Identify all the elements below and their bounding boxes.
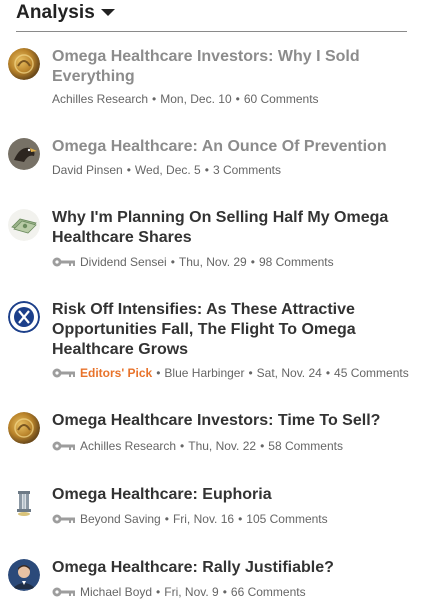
separator-dot: • <box>238 512 243 526</box>
article-meta: David Pinsen • Wed, Dec. 5 • 3 Comments <box>52 163 281 177</box>
article-title[interactable]: Omega Healthcare: An Ounce Of Prevention <box>52 137 412 157</box>
key-icon <box>52 441 76 451</box>
comments-count[interactable]: 45 Comments <box>334 366 409 380</box>
article-title[interactable]: Omega Healthcare: Euphoria <box>52 485 412 505</box>
gold-coin-avatar-icon[interactable] <box>8 48 40 80</box>
editors-pick-badge: Editors' Pick <box>80 366 153 380</box>
separator-dot: • <box>325 366 331 380</box>
separator-dot: • <box>164 512 169 526</box>
key-icon <box>52 368 76 378</box>
money-avatar-icon[interactable] <box>8 209 40 241</box>
separator-dot: • <box>248 366 253 380</box>
article-date: Fri, Nov. 9 <box>164 585 219 599</box>
article-title[interactable]: Risk Off Intensifies: As These Attractiv… <box>52 300 412 360</box>
article-date: Wed, Dec. 5 <box>134 163 201 177</box>
article-meta: Dividend Sensei • Thu, Nov. 29 • 98 Comments <box>52 255 334 269</box>
article-meta: Achilles Research • Thu, Nov. 22 • 58 Commen… <box>52 439 343 453</box>
article-date: Mon, Dec. 10 <box>160 92 232 106</box>
key-icon <box>52 587 76 597</box>
separator-dot: • <box>250 255 255 269</box>
article-meta: Michael Boyd • Fri, Nov. 9 • 66 Comments <box>52 585 306 599</box>
separator-dot: • <box>222 585 227 599</box>
article-meta: Editors' Pick • Blue Harbinger • Sat, Nov. 2… <box>52 366 409 380</box>
author-name[interactable]: David Pinsen <box>52 163 123 177</box>
article-date: Sat, Nov. 24 <box>256 366 322 380</box>
comments-count[interactable]: 105 Comments <box>246 512 327 526</box>
separator-dot: • <box>180 439 185 453</box>
separator-dot: • <box>126 163 131 177</box>
separator-dot: • <box>260 439 265 453</box>
eagle-avatar-icon[interactable] <box>8 138 40 170</box>
comments-count[interactable]: 58 Comments <box>268 439 343 453</box>
separator-dot: • <box>235 92 240 106</box>
separator-dot: • <box>156 366 161 380</box>
author-name[interactable]: Dividend Sensei <box>80 255 167 269</box>
person-avatar-icon[interactable] <box>8 559 40 591</box>
pillar-avatar-icon[interactable] <box>8 486 40 518</box>
article-title[interactable]: Omega Healthcare Investors: Time To Sell… <box>52 411 412 431</box>
article-meta: Beyond Saving • Fri, Nov. 16 • 105 Comments <box>52 512 328 526</box>
author-name[interactable]: Achilles Research <box>52 92 148 106</box>
article-date: Thu, Nov. 22 <box>188 439 257 453</box>
key-icon <box>52 514 76 524</box>
separator-dot: • <box>152 92 157 106</box>
comments-count[interactable]: 66 Comments <box>231 585 306 599</box>
section-title[interactable]: Analysis <box>16 2 95 24</box>
separator-dot: • <box>204 163 209 177</box>
blue-logo-avatar-icon[interactable] <box>8 301 40 333</box>
author-name[interactable]: Beyond Saving <box>80 512 161 526</box>
article-title[interactable]: Omega Healthcare: Rally Justifiable? <box>52 558 412 578</box>
article-meta: Achilles Research • Mon, Dec. 10 • 60 Commen… <box>52 92 319 106</box>
comments-count[interactable]: 3 Comments <box>213 163 281 177</box>
author-name[interactable]: Blue Harbinger <box>164 366 244 380</box>
author-name[interactable]: Michael Boyd <box>80 585 152 599</box>
comments-count[interactable]: 98 Comments <box>259 255 334 269</box>
separator-dot: • <box>170 255 175 269</box>
article-date: Fri, Nov. 16 <box>172 512 235 526</box>
article-title[interactable]: Why I'm Planning On Selling Half My Omeg… <box>52 208 412 248</box>
separator-dot: • <box>156 585 161 599</box>
section-header[interactable]: Analysis <box>16 0 407 32</box>
author-name[interactable]: Achilles Research <box>80 439 176 453</box>
caret-down-icon[interactable] <box>101 9 115 16</box>
comments-count[interactable]: 60 Comments <box>244 92 319 106</box>
key-icon <box>52 257 76 267</box>
gold-coin-avatar-icon[interactable] <box>8 412 40 444</box>
article-title[interactable]: Omega Healthcare Investors: Why I Sold E… <box>52 47 412 87</box>
article-date: Thu, Nov. 29 <box>178 255 247 269</box>
